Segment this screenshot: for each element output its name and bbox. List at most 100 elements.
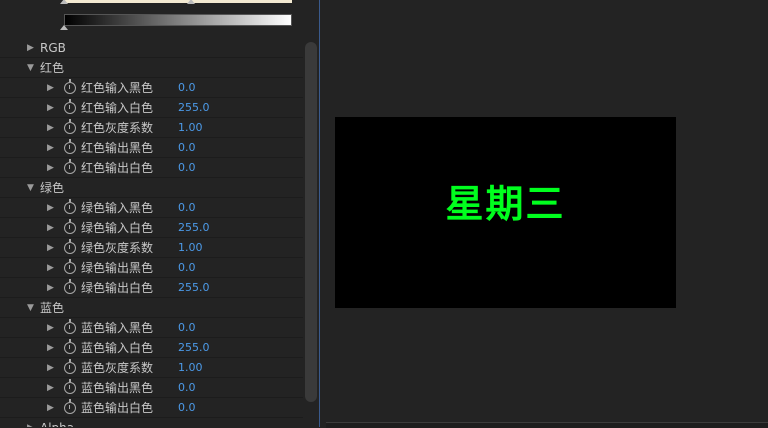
triangle-right-icon[interactable]: ▶ [47,358,54,378]
triangle-right-icon[interactable]: ▶ [47,198,54,218]
property-label: 红色输出白色 [81,161,154,175]
stopwatch-icon[interactable] [64,199,76,214]
triangle-right-icon[interactable]: ▶ [47,378,54,398]
triangle-right-icon[interactable]: ▶ [47,338,54,358]
group-row-2[interactable]: ▼ 绿色 [0,178,303,198]
group-label: RGB [40,41,66,55]
triangle-right-icon[interactable]: ▶ [47,98,54,118]
triangle-down-icon[interactable]: ▼ [27,58,34,78]
property-value[interactable]: 0.0 [178,318,196,338]
triangle-right-icon[interactable]: ▶ [47,78,54,98]
property-row[interactable]: ▶ 红色灰度系数 1.00 [0,118,303,138]
triangle-right-icon[interactable]: ▶ [47,118,54,138]
property-label: 蓝色输入黑色 [81,321,154,335]
property-row[interactable]: ▶ 蓝色输出白色 0.0 [0,398,303,418]
gamma-slider-icon[interactable] [187,0,195,4]
property-value[interactable]: 0.0 [178,158,196,178]
triangle-right-icon[interactable]: ▶ [27,418,34,427]
property-label: 绿色输入黑色 [81,201,154,215]
effect-controls-panel: ▶ RGB ▼ 红色 ▶ 红色输入黑色 0.0 ▶ 红色输入白色 255.0 ▶ 红色灰度系数 1.00… [0,0,320,427]
stopwatch-icon[interactable] [64,139,76,154]
output-black-slider-icon[interactable] [60,25,68,30]
group-label: Alpha [40,418,74,427]
group-row-3[interactable]: ▼ 蓝色 [0,298,303,318]
property-label: 红色输入白色 [81,101,154,115]
property-label: 蓝色输出黑色 [81,381,154,395]
monitor-bottom-bar [326,422,768,428]
triangle-right-icon[interactable]: ▶ [47,138,54,158]
property-value[interactable]: 255.0 [178,218,210,238]
triangle-down-icon[interactable]: ▼ [27,298,34,318]
property-value[interactable]: 1.00 [178,238,203,258]
property-row[interactable]: ▶ 红色输出白色 0.0 [0,158,303,178]
input-black-slider-icon[interactable] [60,0,68,4]
property-value[interactable]: 255.0 [178,98,210,118]
triangle-right-icon[interactable]: ▶ [27,38,34,58]
property-row[interactable]: ▶ 绿色输入黑色 0.0 [0,198,303,218]
property-row[interactable]: ▶ 绿色输入白色 255.0 [0,218,303,238]
stopwatch-icon[interactable] [64,339,76,354]
property-label: 蓝色输入白色 [81,341,154,355]
property-label: 绿色输出黑色 [81,261,154,275]
triangle-right-icon[interactable]: ▶ [47,258,54,278]
property-label: 红色输出黑色 [81,141,154,155]
panel-scrollbar[interactable] [305,42,317,402]
histogram-strip [64,0,292,3]
stopwatch-icon[interactable] [64,319,76,334]
property-value[interactable]: 0.0 [178,258,196,278]
stopwatch-icon[interactable] [64,119,76,134]
property-label: 红色灰度系数 [81,121,154,135]
property-value[interactable]: 0.0 [178,398,196,418]
property-row[interactable]: ▶ 红色输入白色 255.0 [0,98,303,118]
property-row[interactable]: ▶ 红色输入黑色 0.0 [0,78,303,98]
property-value[interactable]: 255.0 [178,338,210,358]
stopwatch-icon[interactable] [64,379,76,394]
property-label: 红色输入黑色 [81,81,154,95]
video-preview-canvas: 星期三 [335,117,676,308]
group-row-0[interactable]: ▶ RGB [0,38,303,58]
output-gradient-bar [64,14,292,26]
stopwatch-icon[interactable] [64,279,76,294]
property-value[interactable]: 1.00 [178,358,203,378]
stopwatch-icon[interactable] [64,219,76,234]
property-row[interactable]: ▶ 绿色输出白色 255.0 [0,278,303,298]
triangle-down-icon[interactable]: ▼ [27,178,34,198]
property-row[interactable]: ▶ 绿色输出黑色 0.0 [0,258,303,278]
triangle-right-icon[interactable]: ▶ [47,398,54,418]
stopwatch-icon[interactable] [64,399,76,414]
triangle-right-icon[interactable]: ▶ [47,318,54,338]
group-label: 红色 [40,61,65,75]
triangle-right-icon[interactable]: ▶ [47,238,54,258]
group-row-4[interactable]: ▶ Alpha [0,418,303,427]
stopwatch-icon[interactable] [64,239,76,254]
property-value[interactable]: 0.0 [178,378,196,398]
property-label: 绿色输入白色 [81,221,154,235]
triangle-right-icon[interactable]: ▶ [47,278,54,298]
property-label: 蓝色灰度系数 [81,361,154,375]
preview-title-text: 星期三 [445,182,566,226]
group-row-1[interactable]: ▼ 红色 [0,58,303,78]
property-value[interactable]: 1.00 [178,118,203,138]
group-label: 蓝色 [40,301,65,315]
property-row[interactable]: ▶ 红色输出黑色 0.0 [0,138,303,158]
property-value[interactable]: 0.0 [178,78,196,98]
property-row[interactable]: ▶ 绿色灰度系数 1.00 [0,238,303,258]
stopwatch-icon[interactable] [64,99,76,114]
property-row[interactable]: ▶ 蓝色输入黑色 0.0 [0,318,303,338]
levels-histogram [0,0,303,38]
property-value[interactable]: 0.0 [178,138,196,158]
triangle-right-icon[interactable]: ▶ [47,158,54,178]
group-label: 绿色 [40,181,65,195]
property-value[interactable]: 255.0 [178,278,210,298]
property-row[interactable]: ▶ 蓝色输入白色 255.0 [0,338,303,358]
stopwatch-icon[interactable] [64,259,76,274]
stopwatch-icon[interactable] [64,79,76,94]
property-row[interactable]: ▶ 蓝色灰度系数 1.00 [0,358,303,378]
property-row[interactable]: ▶ 蓝色输出黑色 0.0 [0,378,303,398]
stopwatch-icon[interactable] [64,159,76,174]
property-label: 绿色输出白色 [81,281,154,295]
stopwatch-icon[interactable] [64,359,76,374]
triangle-right-icon[interactable]: ▶ [47,218,54,238]
property-label: 绿色灰度系数 [81,241,154,255]
property-value[interactable]: 0.0 [178,198,196,218]
